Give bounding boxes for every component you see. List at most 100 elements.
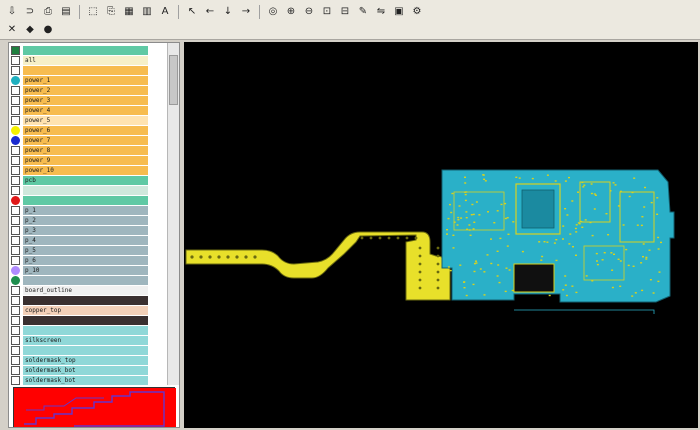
pad-button[interactable]: ● (40, 22, 56, 38)
layer-color-dot[interactable] (11, 135, 20, 145)
layer-row[interactable]: p_3 (9, 225, 167, 235)
layer-row[interactable]: power_1 (9, 75, 167, 85)
layer-row[interactable]: p_5 (9, 245, 167, 255)
layer-visibility-checkbox[interactable] (11, 365, 20, 375)
flex-via (208, 255, 212, 259)
layer-visibility-checkbox[interactable] (11, 255, 20, 265)
layer-row[interactable] (9, 325, 167, 335)
save-button[interactable]: ⇩ (4, 4, 20, 20)
layers-button[interactable]: ▤ (58, 4, 74, 20)
minimap[interactable] (13, 387, 176, 427)
scrollbar-thumb[interactable] (169, 55, 178, 105)
layer-visibility-checkbox[interactable] (11, 65, 20, 75)
layer-row[interactable]: power_6 (9, 125, 167, 135)
layer-row[interactable] (9, 315, 167, 325)
layer-list-scrollbar[interactable] (167, 43, 179, 385)
layer-visibility-checkbox[interactable] (11, 285, 20, 295)
layer-row[interactable]: board_outline (9, 285, 167, 295)
layer-visibility-checkbox[interactable] (11, 325, 20, 335)
layer-row[interactable]: silkscreen (9, 335, 167, 345)
text-tool-button[interactable]: A (157, 4, 173, 20)
zoom-in-button[interactable]: ⊕ (283, 4, 299, 20)
layer-visibility-checkbox[interactable] (11, 295, 20, 305)
layer-visibility-checkbox[interactable] (11, 95, 20, 105)
layer-color-dot[interactable] (11, 275, 20, 285)
arrow-left-button[interactable]: ← (202, 4, 218, 20)
layer-row[interactable]: power_2 (9, 85, 167, 95)
layer-row[interactable]: soldermask_bot (9, 365, 167, 375)
grid-button[interactable]: ▦ (121, 4, 137, 20)
component-pad (490, 262, 493, 265)
layer-visibility-checkbox[interactable] (11, 115, 20, 125)
layer-row[interactable] (9, 275, 167, 285)
layer-row[interactable]: power_3 (9, 95, 167, 105)
layer-row[interactable] (9, 65, 167, 75)
layer-row[interactable] (9, 195, 167, 205)
layer-row[interactable]: power_5 (9, 115, 167, 125)
layer-visibility-checkbox[interactable] (11, 165, 20, 175)
layer-visibility-checkbox[interactable] (11, 55, 20, 65)
zoom-window-button[interactable]: ⊡ (319, 4, 335, 20)
measure-button[interactable]: ⊟ (337, 4, 353, 20)
open-button[interactable]: ⊃ (22, 4, 38, 20)
print-button[interactable]: ⎙ (40, 4, 56, 20)
print-preview-button[interactable]: ⎘ (103, 4, 119, 20)
layer-row[interactable] (9, 345, 167, 355)
layer-row[interactable]: power_4 (9, 105, 167, 115)
component-pad (613, 253, 615, 255)
layer-visibility-checkbox[interactable] (11, 235, 20, 245)
layer-visibility-checkbox[interactable] (11, 145, 20, 155)
arrow-right-button[interactable]: → (238, 4, 254, 20)
layer-row[interactable]: power_8 (9, 145, 167, 155)
zoom-out-button[interactable]: ⊖ (301, 4, 317, 20)
zoom-fit-button[interactable]: ◎ (265, 4, 281, 20)
layer-row[interactable]: p_6 (9, 255, 167, 265)
layer-visibility-checkbox[interactable] (11, 215, 20, 225)
layer-visibility-checkbox[interactable] (11, 85, 20, 95)
layer-row[interactable]: p_2 (9, 215, 167, 225)
layer-visibility-checkbox[interactable] (11, 355, 20, 365)
layer-visibility-checkbox[interactable] (11, 315, 20, 325)
layer-visibility-checkbox[interactable] (11, 335, 20, 345)
layer-row[interactable] (9, 295, 167, 305)
table-button[interactable]: ▥ (139, 4, 155, 20)
ratsnest-button[interactable]: ✕ (4, 22, 20, 38)
layer-row[interactable]: power_9 (9, 155, 167, 165)
layer-row[interactable]: soldermask_bot (9, 375, 167, 385)
flip-button[interactable]: ⇋ (373, 4, 389, 20)
layer-row[interactable]: p_1 (9, 205, 167, 215)
layer-color-dot[interactable] (11, 75, 20, 85)
layer-visibility-checkbox[interactable] (11, 225, 20, 235)
arrow-down-button[interactable]: ↓ (220, 4, 236, 20)
highlight-button[interactable]: ▣ (391, 4, 407, 20)
layer-visibility-checkbox[interactable] (11, 305, 20, 315)
layer-visibility-checkbox[interactable] (11, 185, 20, 195)
layer-visibility-checkbox[interactable] (11, 375, 20, 385)
layer-row[interactable]: soldermask_top (9, 355, 167, 365)
select-button[interactable]: ⬚ (85, 4, 101, 20)
layer-row[interactable]: copper_top (9, 305, 167, 315)
layer-visibility-checkbox[interactable] (11, 245, 20, 255)
layer-row[interactable]: p_4 (9, 235, 167, 245)
pointer-button[interactable]: ↖ (184, 4, 200, 20)
layer-row[interactable]: power_10 (9, 165, 167, 175)
layer-visibility-checkbox[interactable] (11, 345, 20, 355)
settings-button[interactable]: ⚙ (409, 4, 425, 20)
layer-visibility-checkbox[interactable] (11, 175, 20, 185)
layer-color-dot[interactable] (11, 265, 20, 275)
wrench-button[interactable]: ✎ (355, 4, 371, 20)
layer-color-dot[interactable] (11, 195, 20, 205)
layer-visibility-checkbox[interactable] (11, 205, 20, 215)
layer-row[interactable]: power_7 (9, 135, 167, 145)
layer-color-dot[interactable] (11, 125, 20, 135)
layer-row[interactable]: all (9, 55, 167, 65)
layer-row[interactable] (9, 45, 167, 55)
layer-row[interactable] (9, 185, 167, 195)
layer-visibility-checkbox[interactable] (11, 155, 20, 165)
layer-visibility-checkbox[interactable] (11, 45, 20, 55)
pcb-canvas[interactable] (184, 42, 698, 428)
layer-visibility-checkbox[interactable] (11, 105, 20, 115)
layer-row[interactable]: pcb (9, 175, 167, 185)
layer-row[interactable]: p_10 (9, 265, 167, 275)
net-button[interactable]: ◆ (22, 22, 38, 38)
